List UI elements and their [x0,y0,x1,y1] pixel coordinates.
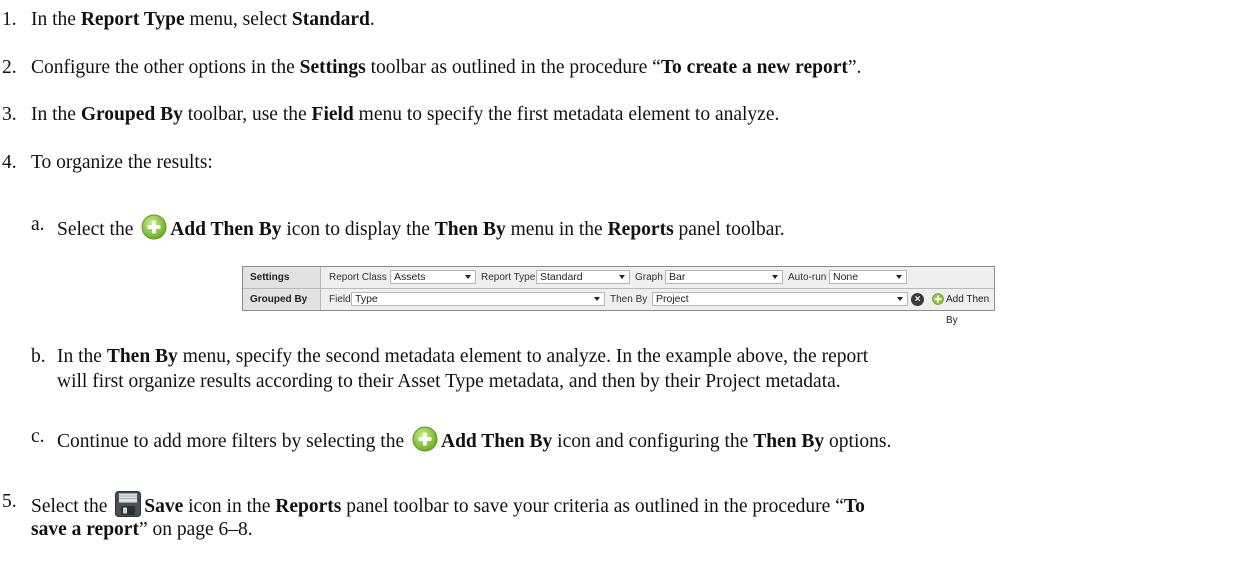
chevron-down-icon [619,275,625,279]
auto-run-label: Auto-run [788,272,827,283]
report-class-label: Report Class [329,272,387,283]
graph-label: Graph [635,272,663,283]
settings-term: Settings [299,57,366,78]
field-value: Type [355,293,378,305]
text-segment: ”. [847,57,862,78]
text-segment: ” on page 6–8. [138,519,253,540]
step-number: 4. [2,152,17,173]
reports-toolbar-screenshot: Settings Report Class Assets Report Type… [242,266,995,326]
grouped-by-heading: Grouped By [243,289,321,310]
text-segment: menu, specify the second metadata elemen… [177,346,869,367]
then-by-term: Then By [434,219,506,240]
procedure-link-text: To create a new report [660,57,848,78]
text-segment: In the [31,104,81,125]
add-then-by-term: Add Then By [170,219,282,240]
then-by-value: Project [656,293,689,305]
report-type-value: Standard [540,271,583,283]
reports-term: Reports [607,219,674,240]
text-segment: icon in the [183,496,276,517]
chevron-down-icon [896,275,902,279]
then-by-label: Then By [610,294,648,305]
add-then-by-label[interactable]: Add Then By [946,289,994,331]
text-segment: Select the [57,219,139,240]
chevron-down-icon [897,297,903,301]
text-segment: Configure the other options in the [31,57,300,78]
step-number: 1. [2,9,17,30]
add-then-by-icon [411,425,439,460]
chevron-down-icon [772,275,778,279]
report-type-select[interactable]: Standard [536,270,630,284]
then-by-term: Then By [753,431,825,452]
step-text: In the Grouped By toolbar, use the Field… [31,103,779,127]
text-segment: Select the [31,496,113,517]
procedure-link-text: To [843,496,865,517]
step-text: Configure the other options in the Setti… [31,56,861,80]
step-text-line-2: save a report” on page 6–8. [31,518,253,542]
report-class-value: Assets [394,271,426,283]
step-text: In the Report Type menu, select Standard… [31,8,375,32]
text-segment: panel toolbar to save your criteria as o… [341,496,844,517]
step-number: 5. [2,491,17,512]
settings-row: Settings Report Class Assets Report Type… [243,267,994,289]
report-class-select[interactable]: Assets [390,270,476,284]
add-then-by-icon[interactable] [932,293,944,308]
chevron-down-icon [465,275,471,279]
text-segment: In the [31,9,81,30]
add-then-by-icon [140,213,168,248]
field-label: Field [329,294,351,305]
text-segment: toolbar, use the [182,104,312,125]
chevron-down-icon [594,297,600,301]
text-segment: menu to specify the first metadata eleme… [353,104,780,125]
then-by-select[interactable]: Project [652,292,908,306]
text-segment: menu in the [505,219,608,240]
text-segment: toolbar as outlined in the procedure “ [365,57,661,78]
text-segment: Continue to add more filters by selectin… [57,431,409,452]
step-text: To organize the results: [31,152,213,173]
procedure-link-text: save a report [31,519,139,540]
text-segment: panel toolbar. [673,219,785,240]
text-segment: icon to display the [281,219,435,240]
report-type-term: Report Type [80,9,185,30]
text-segment: In the [57,346,107,367]
text-segment: menu, select [184,9,292,30]
step-number: 2. [2,57,17,78]
field-select[interactable]: Type [351,292,605,306]
substep-text-line-2: will first organize results according to… [57,371,841,392]
auto-run-value: None [833,271,859,283]
substep-letter: c. [31,426,45,447]
settings-heading: Settings [243,267,321,288]
text-segment: . [369,9,375,30]
then-by-term: Then By [106,346,178,367]
step-number: 3. [2,104,17,125]
text-segment: icon and configuring the [552,431,754,452]
remove-then-by-icon[interactable]: × [911,293,924,306]
field-term: Field [311,104,354,125]
add-then-by-term: Add Then By [441,431,553,452]
substep-text: Continue to add more filters by selectin… [57,425,891,460]
grouped-by-term: Grouped By [80,104,183,125]
grouped-by-row: Grouped By Field Type Then By Project × … [243,289,994,326]
substep-letter: b. [31,346,46,367]
save-term: Save [144,496,184,517]
substep-letter: a. [31,214,45,235]
substep-text: Select the Add Then By icon to display t… [57,213,785,248]
graph-value: Bar [669,271,686,283]
auto-run-select[interactable]: None [829,270,907,284]
reports-term: Reports [275,496,342,517]
graph-select[interactable]: Bar [665,270,783,284]
report-type-label: Report Type [481,272,536,283]
text-segment: options. [824,431,892,452]
standard-term: Standard [291,9,370,30]
substep-text-line-1: In the Then By menu, specify the second … [57,345,868,369]
